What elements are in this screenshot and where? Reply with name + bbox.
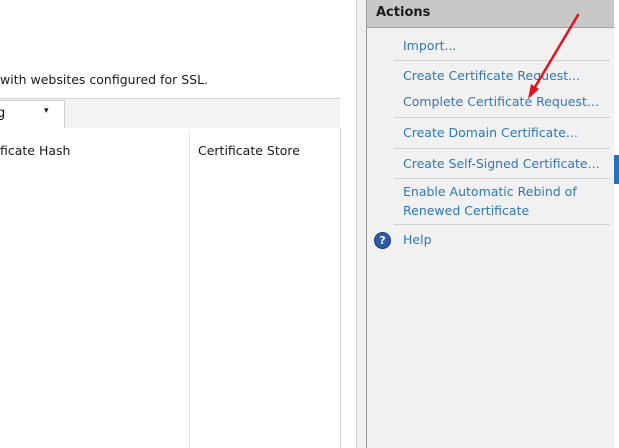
actions-separator	[394, 60, 610, 61]
actions-title: Actions	[376, 5, 431, 20]
create-certificate-request-action[interactable]: Create Certificate Request...	[403, 68, 580, 83]
actions-separator	[394, 148, 610, 149]
edge-accent	[614, 155, 619, 184]
certificates-grid[interactable]: ficate Hash Certificate Store	[0, 128, 341, 448]
filter-toolbar: g ▾	[0, 98, 340, 130]
window-edge	[614, 0, 619, 448]
column-header-certificate-store[interactable]: Certificate Store	[198, 143, 300, 158]
ssl-description: with websites configured for SSL.	[0, 72, 209, 87]
dropdown-arrow-icon: ▾	[44, 106, 49, 116]
actions-header: Actions	[367, 0, 614, 28]
column-header-certificate-hash[interactable]: ficate Hash	[0, 143, 70, 158]
main-pane: with websites configured for SSL. g ▾ fi…	[0, 0, 356, 448]
help-icon[interactable]: ?	[374, 232, 391, 249]
enable-automatic-rebind-action[interactable]: Enable Automatic Rebind of	[403, 184, 577, 199]
help-action[interactable]: Help	[403, 232, 432, 247]
create-self-signed-certificate-action[interactable]: Create Self-Signed Certificate...	[403, 156, 600, 171]
create-domain-certificate-action[interactable]: Create Domain Certificate...	[403, 125, 578, 140]
actions-separator	[394, 224, 610, 225]
column-divider	[189, 134, 190, 448]
group-by-dropdown[interactable]: g ▾	[0, 100, 65, 129]
import-action[interactable]: Import...	[403, 38, 456, 53]
actions-separator	[394, 117, 610, 118]
actions-pane: Actions Import... Create Certificate Req…	[366, 0, 615, 448]
complete-certificate-request-action[interactable]: Complete Certificate Request...	[403, 94, 599, 109]
group-by-value: g	[0, 106, 6, 121]
actions-separator	[394, 178, 610, 179]
enable-automatic-rebind-action-line2[interactable]: Renewed Certificate	[403, 203, 529, 218]
